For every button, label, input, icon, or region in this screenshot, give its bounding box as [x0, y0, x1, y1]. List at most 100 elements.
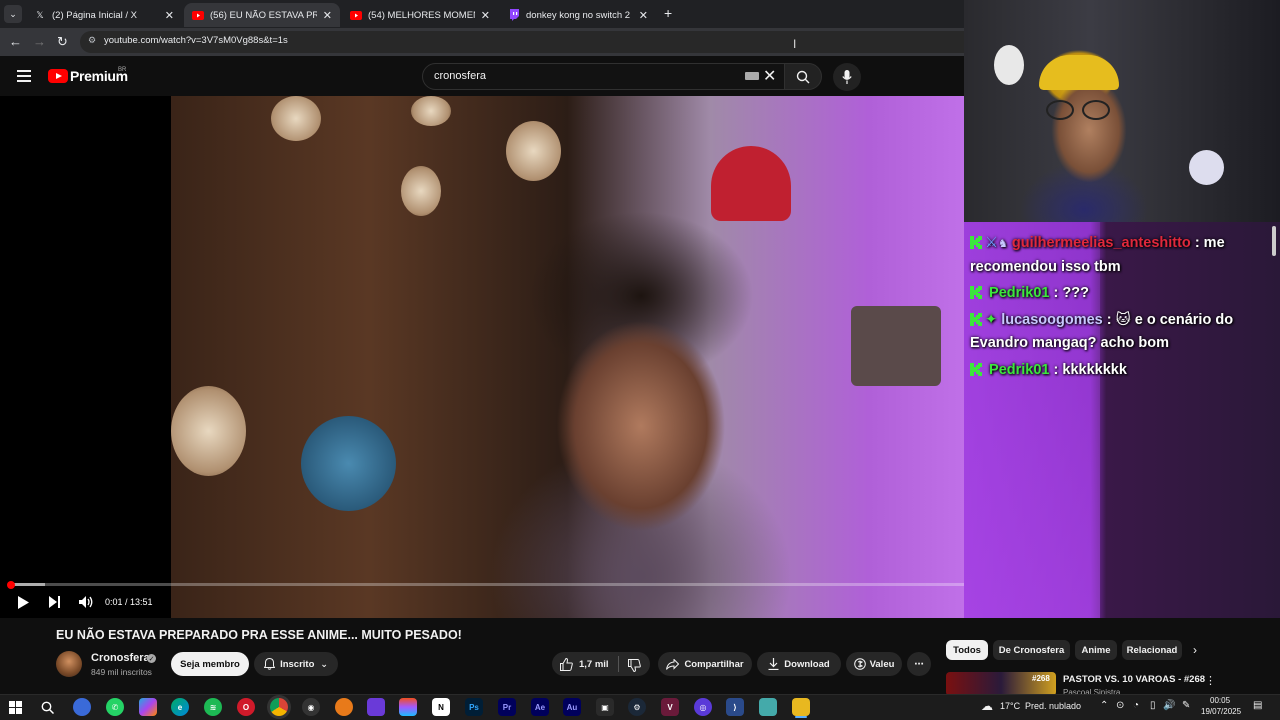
next-button[interactable] — [45, 592, 65, 612]
chip-from-channel[interactable]: De Cronosfera — [993, 640, 1070, 660]
chip-related[interactable]: Relacionad — [1122, 640, 1182, 660]
menu-icon[interactable] — [17, 70, 31, 85]
scrub-handle[interactable] — [7, 581, 15, 589]
photoshop-icon[interactable]: Ps — [465, 698, 483, 716]
chevron-up-icon[interactable]: ⌃ — [1100, 700, 1108, 711]
keyboard-icon[interactable] — [745, 72, 759, 80]
tab-x[interactable]: 𝕏 (2) Página Inicial / X ✕ — [26, 3, 182, 27]
recommendation-title[interactable]: PASTOR VS. 10 VAROAS - #268 — [1063, 674, 1205, 685]
super-thanks-button[interactable]: Valeu — [846, 652, 902, 676]
volume-icon[interactable]: 🔊 — [1163, 700, 1175, 711]
notification-icon[interactable]: ▤ — [1253, 700, 1262, 711]
vscode-icon[interactable]: ⟩ — [726, 698, 744, 716]
dislike-button[interactable] — [624, 657, 644, 673]
blender-icon[interactable] — [335, 698, 353, 716]
edge-icon[interactable]: e — [171, 698, 189, 716]
app-icon[interactable] — [367, 698, 385, 716]
obs-icon[interactable]: ◉ — [302, 698, 320, 716]
more-vertical-icon[interactable]: ⋮ — [1205, 674, 1216, 687]
share-button[interactable]: Compartilhar — [658, 652, 752, 676]
chevron-right-icon[interactable]: › — [1193, 643, 1197, 657]
more-actions-button[interactable]: ⋯ — [907, 652, 931, 676]
audition-icon[interactable]: Au — [563, 698, 581, 716]
weather-temperature[interactable]: 17°C — [1000, 701, 1020, 711]
download-button[interactable]: Download — [757, 652, 841, 676]
play-icon — [18, 595, 29, 609]
search-value[interactable]: cronosfera — [434, 70, 486, 82]
thumbs-up-icon — [560, 657, 573, 671]
site-info-icon[interactable]: ⚙ — [88, 35, 96, 46]
clear-search-icon[interactable]: ✕ — [763, 66, 776, 86]
copilot-icon[interactable] — [139, 698, 157, 716]
spotify-icon[interactable]: ≋ — [204, 698, 222, 716]
back-arrow-icon[interactable]: ← — [9, 34, 22, 49]
chat-scrollbar[interactable] — [1272, 226, 1276, 256]
windows-start-icon[interactable] — [6, 698, 24, 716]
region-code: BR — [118, 67, 127, 73]
tray-app-icon[interactable]: ⊙ — [1116, 700, 1124, 711]
premiere-icon[interactable]: Pr — [498, 698, 516, 716]
tab-search-button[interactable]: ⌄ — [4, 5, 22, 23]
subscribed-button[interactable]: Inscrito ⌄ — [254, 652, 338, 676]
file-explorer-icon[interactable] — [792, 698, 810, 716]
tab-youtube-2[interactable]: (54) MELHORES MOMENTOS: F ✕ — [342, 3, 498, 27]
forward-arrow-icon[interactable]: → — [33, 34, 46, 49]
chat-username[interactable]: lucasoogomes — [1001, 312, 1103, 328]
whatsapp-icon[interactable]: ✆ — [106, 698, 124, 716]
close-tab-icon[interactable]: ✕ — [165, 9, 174, 22]
opera-icon[interactable]: O — [237, 698, 255, 716]
super-thanks-icon — [853, 658, 866, 670]
steam-icon[interactable]: ⚙ — [628, 698, 646, 716]
chip-anime[interactable]: Anime — [1075, 640, 1117, 660]
chat-username[interactable]: Pedrik01 — [989, 285, 1049, 301]
join-membership-button[interactable]: Seja membro — [171, 652, 249, 676]
text-cursor-icon: I — [793, 37, 797, 51]
tab-label: (54) MELHORES MOMENTOS: F — [368, 9, 475, 21]
voice-search-button[interactable] — [833, 63, 861, 91]
app-icon[interactable]: ▣ — [596, 698, 614, 716]
chat-username[interactable]: Pedrik01 — [989, 362, 1049, 378]
video-player[interactable] — [0, 96, 964, 618]
weather-description[interactable]: Pred. nublado — [1025, 701, 1081, 711]
youtube-logo-icon[interactable] — [48, 69, 68, 83]
play-button[interactable] — [13, 592, 33, 612]
chip-all[interactable]: Todos — [946, 640, 988, 660]
video-frame[interactable] — [171, 96, 964, 618]
chevron-down-icon: ⌄ — [320, 658, 328, 669]
mic-tray-icon[interactable]: ✎ — [1182, 700, 1190, 711]
subscribed-label: Inscrito — [280, 658, 315, 670]
volume-button[interactable] — [76, 592, 96, 612]
channel-name[interactable]: Cronosfera — [91, 652, 150, 664]
wall-clock-decoration — [506, 121, 561, 181]
chat-text: : ??? — [1049, 285, 1089, 301]
notion-icon[interactable]: N — [432, 698, 450, 716]
close-tab-icon[interactable]: ✕ — [481, 9, 490, 22]
after-effects-icon[interactable]: Ae — [531, 698, 549, 716]
figma-icon[interactable] — [399, 698, 417, 716]
reload-icon[interactable]: ↻ — [57, 34, 68, 50]
battery-icon[interactable]: ▯ — [1150, 700, 1156, 711]
url-text[interactable]: youtube.com/watch?v=3V7sM0Vg88s&t=1s — [104, 35, 288, 46]
tab-twitch[interactable]: donkey kong no switch 2 - Twitch ✕ — [500, 3, 656, 27]
close-tab-icon[interactable]: ✕ — [323, 9, 332, 22]
download-label: Download — [784, 658, 830, 670]
app-icon[interactable]: ◎ — [694, 698, 712, 716]
search-icon[interactable] — [38, 698, 56, 716]
buffer-bar — [10, 583, 46, 586]
app-icon[interactable]: V — [661, 698, 679, 716]
search-button[interactable] — [784, 63, 822, 90]
like-count: 1,7 mil — [579, 658, 609, 670]
channel-avatar[interactable] — [56, 651, 82, 677]
chrome-icon[interactable] — [270, 698, 288, 716]
chat-username[interactable]: guilhermeelias_anteshitto — [1012, 235, 1191, 251]
browser-app-icon[interactable] — [73, 698, 91, 716]
clock-time[interactable]: 00:05 — [1210, 696, 1230, 705]
wifi-icon[interactable]: ◔ — [1133, 700, 1139, 711]
new-tab-icon[interactable]: + — [664, 5, 672, 21]
tab-youtube-active[interactable]: (56) EU NÃO ESTAVA PREPARADO ✕ — [184, 3, 340, 27]
app-icon[interactable] — [759, 698, 777, 716]
close-tab-icon[interactable]: ✕ — [639, 9, 648, 22]
download-icon — [768, 658, 779, 670]
clock-date[interactable]: 19/07/2025 — [1201, 707, 1241, 716]
youtube-icon — [350, 9, 362, 21]
